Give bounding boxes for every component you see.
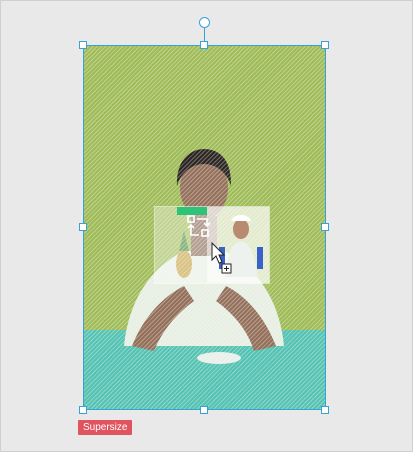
resize-handle-bottom-left[interactable] xyxy=(79,406,87,414)
resize-handle-bottom[interactable] xyxy=(200,406,208,414)
replace-image-icon xyxy=(187,215,211,237)
resize-handle-top-left[interactable] xyxy=(79,41,87,49)
resize-handle-right[interactable] xyxy=(321,223,329,231)
rotate-handle[interactable] xyxy=(199,17,210,28)
slide-canvas: Supersize xyxy=(0,0,413,452)
layout-badge-label: Supersize xyxy=(83,422,128,433)
resize-handle-left[interactable] xyxy=(79,223,87,231)
move-copy-cursor-icon xyxy=(211,242,232,274)
resize-handle-top[interactable] xyxy=(200,41,208,49)
resize-handle-top-right[interactable] xyxy=(321,41,329,49)
layout-badge: Supersize xyxy=(78,420,133,435)
resize-handle-bottom-right[interactable] xyxy=(321,406,329,414)
